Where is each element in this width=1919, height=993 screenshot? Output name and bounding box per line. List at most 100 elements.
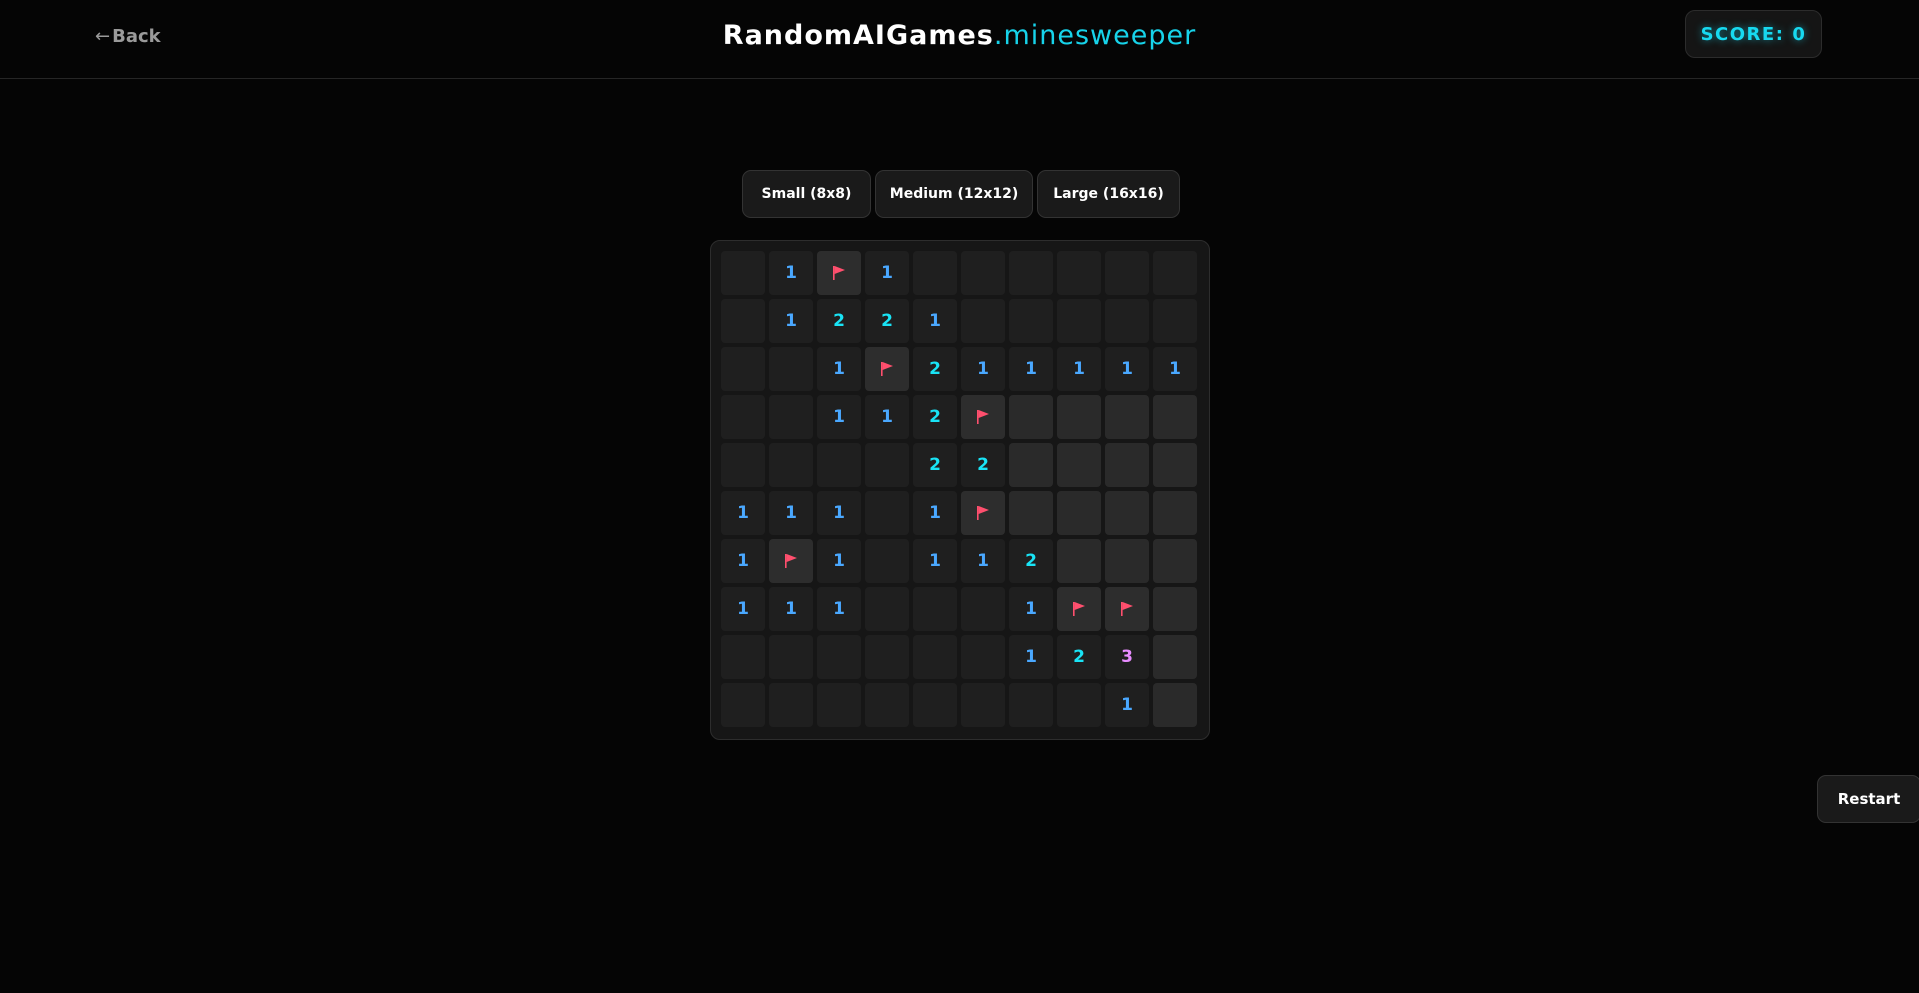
cell-number[interactable]: 1 xyxy=(1105,683,1149,727)
size-large-button[interactable]: Large (16x16) xyxy=(1037,170,1180,218)
cell-number[interactable]: 2 xyxy=(1057,635,1101,679)
cell-number[interactable]: 1 xyxy=(1009,347,1053,391)
cell-empty[interactable] xyxy=(769,683,813,727)
cell-empty[interactable] xyxy=(1009,251,1053,295)
size-small-button[interactable]: Small (8x8) xyxy=(742,170,871,218)
cell-number[interactable]: 1 xyxy=(817,539,861,583)
cell-number[interactable]: 1 xyxy=(865,251,909,295)
cell-empty[interactable] xyxy=(865,683,909,727)
cell-empty[interactable] xyxy=(865,539,909,583)
cell-number[interactable]: 2 xyxy=(961,443,1005,487)
cell-hidden[interactable] xyxy=(1153,683,1197,727)
cell-empty[interactable] xyxy=(1153,251,1197,295)
cell-hidden[interactable] xyxy=(1057,443,1101,487)
cell-hidden[interactable] xyxy=(1153,443,1197,487)
cell-number[interactable]: 1 xyxy=(1105,347,1149,391)
cell-empty[interactable] xyxy=(721,347,765,391)
cell-empty[interactable] xyxy=(721,443,765,487)
cell-number[interactable]: 1 xyxy=(817,395,861,439)
cell-empty[interactable] xyxy=(817,443,861,487)
cell-number[interactable]: 1 xyxy=(1009,635,1053,679)
cell-number[interactable]: 1 xyxy=(769,251,813,295)
cell-empty[interactable] xyxy=(1153,299,1197,343)
cell-empty[interactable] xyxy=(961,635,1005,679)
cell-number[interactable]: 2 xyxy=(865,299,909,343)
cell-hidden[interactable] xyxy=(1057,491,1101,535)
restart-button[interactable]: Restart xyxy=(1817,775,1919,823)
cell-number[interactable]: 2 xyxy=(1009,539,1053,583)
cell-empty[interactable] xyxy=(1009,683,1053,727)
cell-empty[interactable] xyxy=(913,251,957,295)
cell-number[interactable]: 1 xyxy=(817,347,861,391)
cell-number[interactable]: 1 xyxy=(817,587,861,631)
cell-empty[interactable] xyxy=(769,347,813,391)
cell-hidden[interactable] xyxy=(1153,395,1197,439)
cell-number[interactable]: 1 xyxy=(721,491,765,535)
cell-empty[interactable] xyxy=(961,587,1005,631)
cell-empty[interactable] xyxy=(769,635,813,679)
cell-empty[interactable] xyxy=(961,683,1005,727)
cell-empty[interactable] xyxy=(961,299,1005,343)
cell-hidden[interactable] xyxy=(1057,539,1101,583)
cell-number[interactable]: 1 xyxy=(1009,587,1053,631)
cell-flagged[interactable] xyxy=(865,347,909,391)
cell-number[interactable]: 2 xyxy=(913,347,957,391)
cell-number[interactable]: 3 xyxy=(1105,635,1149,679)
cell-empty[interactable] xyxy=(769,395,813,439)
cell-flagged[interactable] xyxy=(817,251,861,295)
cell-empty[interactable] xyxy=(769,443,813,487)
cell-flagged[interactable] xyxy=(769,539,813,583)
cell-number[interactable]: 1 xyxy=(913,491,957,535)
cell-number[interactable]: 1 xyxy=(961,539,1005,583)
cell-empty[interactable] xyxy=(913,587,957,631)
cell-number[interactable]: 1 xyxy=(913,299,957,343)
cell-empty[interactable] xyxy=(1057,683,1101,727)
cell-hidden[interactable] xyxy=(1105,443,1149,487)
cell-empty[interactable] xyxy=(961,251,1005,295)
cell-number[interactable]: 1 xyxy=(769,491,813,535)
cell-number[interactable]: 2 xyxy=(817,299,861,343)
cell-empty[interactable] xyxy=(1009,299,1053,343)
cell-hidden[interactable] xyxy=(1057,395,1101,439)
cell-empty[interactable] xyxy=(865,635,909,679)
cell-hidden[interactable] xyxy=(1105,539,1149,583)
cell-number[interactable]: 1 xyxy=(817,491,861,535)
cell-empty[interactable] xyxy=(1057,251,1101,295)
cell-number[interactable]: 1 xyxy=(721,587,765,631)
cell-number[interactable]: 2 xyxy=(913,395,957,439)
cell-hidden[interactable] xyxy=(1153,635,1197,679)
cell-empty[interactable] xyxy=(721,395,765,439)
cell-hidden[interactable] xyxy=(1153,539,1197,583)
cell-empty[interactable] xyxy=(721,299,765,343)
cell-number[interactable]: 2 xyxy=(913,443,957,487)
cell-number[interactable]: 1 xyxy=(1153,347,1197,391)
cell-hidden[interactable] xyxy=(1009,491,1053,535)
cell-empty[interactable] xyxy=(817,635,861,679)
cell-empty[interactable] xyxy=(913,635,957,679)
cell-empty[interactable] xyxy=(913,683,957,727)
cell-flagged[interactable] xyxy=(1105,587,1149,631)
cell-empty[interactable] xyxy=(865,587,909,631)
cell-empty[interactable] xyxy=(1105,299,1149,343)
cell-empty[interactable] xyxy=(865,443,909,487)
cell-empty[interactable] xyxy=(817,683,861,727)
cell-flagged[interactable] xyxy=(1057,587,1101,631)
cell-empty[interactable] xyxy=(1105,251,1149,295)
cell-hidden[interactable] xyxy=(1153,491,1197,535)
cell-hidden[interactable] xyxy=(1153,587,1197,631)
cell-hidden[interactable] xyxy=(1009,443,1053,487)
cell-empty[interactable] xyxy=(865,491,909,535)
cell-number[interactable]: 1 xyxy=(913,539,957,583)
cell-flagged[interactable] xyxy=(961,491,1005,535)
cell-number[interactable]: 1 xyxy=(961,347,1005,391)
cell-empty[interactable] xyxy=(1057,299,1101,343)
cell-number[interactable]: 1 xyxy=(865,395,909,439)
cell-number[interactable]: 1 xyxy=(721,539,765,583)
cell-number[interactable]: 1 xyxy=(1057,347,1101,391)
cell-number[interactable]: 1 xyxy=(769,587,813,631)
cell-empty[interactable] xyxy=(721,635,765,679)
cell-hidden[interactable] xyxy=(1105,491,1149,535)
size-medium-button[interactable]: Medium (12x12) xyxy=(875,170,1033,218)
cell-hidden[interactable] xyxy=(1105,395,1149,439)
cell-empty[interactable] xyxy=(721,251,765,295)
